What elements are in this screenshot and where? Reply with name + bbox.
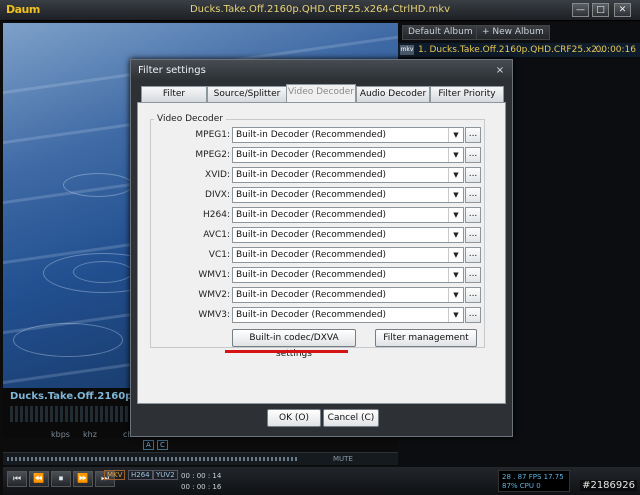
playlist-item[interactable]: mkv 1. Ducks.Take.Off.2160p.QHD.CRF25.x2… <box>398 43 640 57</box>
chevron-down-icon: ▼ <box>448 188 463 202</box>
xvid-more-button[interactable]: ... <box>465 167 481 183</box>
filter-management-button[interactable]: Filter management <box>375 329 477 347</box>
mpeg2-more-button[interactable]: ... <box>465 147 481 163</box>
total-time: 00 : 00 : 16 <box>181 483 222 491</box>
yuv-tag: YUV2 <box>153 470 178 480</box>
divx-label: DIVX: <box>205 190 230 200</box>
chevron-down-icon: ▼ <box>448 288 463 302</box>
close-window-button[interactable]: ✕ <box>614 3 631 17</box>
tab-source-splitter[interactable]: Source/Splitter <box>207 86 287 102</box>
chevron-down-icon: ▼ <box>448 228 463 242</box>
mpeg2-decoder-select[interactable]: Built-in Decoder (Recommended) ▼ <box>232 147 464 163</box>
tab-filter-priority[interactable]: Filter Priority <box>430 86 504 102</box>
kbps-label: kbps <box>51 430 70 439</box>
new-album-tab[interactable]: + New Album <box>476 25 550 40</box>
ok-button[interactable]: OK (O) <box>267 409 321 427</box>
wmv3-label: WMV3: <box>198 310 230 320</box>
tab-panel: Video Decoder MPEG1: Built-in Decoder (R… <box>137 102 506 404</box>
dialog-title: Filter settings <box>138 65 206 76</box>
mkv-tag: MKV <box>104 470 126 480</box>
wmv1-label: WMV1: <box>198 270 230 280</box>
avc1-decoder-select[interactable]: Built-in Decoder (Recommended) ▼ <box>232 227 464 243</box>
avc1-label: AVC1: <box>203 230 230 240</box>
divx-decoder-select[interactable]: Built-in Decoder (Recommended) ▼ <box>232 187 464 203</box>
watermark: #2186926 <box>580 480 637 491</box>
playlist-item-label: 1. Ducks.Take.Off.2160p.QHD.CRF25.x2... <box>418 45 606 55</box>
mute-label[interactable]: MUTE <box>333 455 353 463</box>
mpeg1-more-button[interactable]: ... <box>465 127 481 143</box>
h264-decoder-select[interactable]: Built-in Decoder (Recommended) ▼ <box>232 207 464 223</box>
a-tag[interactable]: A <box>143 440 154 450</box>
xvid-label: XVID: <box>205 170 230 180</box>
rewind-icon[interactable]: ⏪ <box>29 471 49 487</box>
wmv2-label: WMV2: <box>198 290 230 300</box>
close-icon[interactable]: × <box>494 65 506 77</box>
file-icon: mkv <box>400 45 414 55</box>
vc1-decoder-select[interactable]: Built-in Decoder (Recommended) ▼ <box>232 247 464 263</box>
forward-icon[interactable]: ⏩ <box>73 471 93 487</box>
tab-bar: Filter Source/Splitter Video Decoder Aud… <box>137 84 506 102</box>
window-title: Ducks.Take.Off.2160p.QHD.CRF25.x264-Ctrl… <box>189 4 451 15</box>
volume-meter <box>7 457 297 461</box>
wmv3-more-button[interactable]: ... <box>465 307 481 323</box>
h264-label: H264: <box>203 210 230 220</box>
wmv3-decoder-select[interactable]: Built-in Decoder (Recommended) ▼ <box>232 307 464 323</box>
elapsed-time: 00 : 00 : 14 <box>181 472 222 480</box>
playlist-item-duration: 00:00:16 <box>595 45 636 55</box>
default-album-tab[interactable]: Default Album <box>402 25 479 40</box>
seek-bar[interactable]: MUTE <box>3 452 398 465</box>
vc1-label: VC1: <box>208 250 230 260</box>
chevron-down-icon: ▼ <box>448 128 463 142</box>
wmv2-more-button[interactable]: ... <box>465 287 481 303</box>
tab-audio-decoder[interactable]: Audio Decoder <box>356 86 430 102</box>
audio-spectrum <box>10 406 130 422</box>
wmv1-decoder-select[interactable]: Built-in Decoder (Recommended) ▼ <box>232 267 464 283</box>
vc1-more-button[interactable]: ... <box>465 247 481 263</box>
khz-label: khz <box>83 430 97 439</box>
chevron-down-icon: ▼ <box>448 248 463 262</box>
divx-more-button[interactable]: ... <box>465 187 481 203</box>
mpeg1-label: MPEG1: <box>195 130 230 140</box>
chevron-down-icon: ▼ <box>448 168 463 182</box>
highlight-underline <box>225 350 348 353</box>
dialog-title-bar: Filter settings × <box>131 60 512 82</box>
stats-display: 28 . 87 FPS 17.75 87% CPU 0 <box>498 470 570 492</box>
chevron-down-icon: ▼ <box>448 208 463 222</box>
xvid-decoder-select[interactable]: Built-in Decoder (Recommended) ▼ <box>232 167 464 183</box>
avc1-more-button[interactable]: ... <box>465 227 481 243</box>
minimize-button[interactable]: — <box>572 3 589 17</box>
codec-dxva-settings-button[interactable]: Built-in codec/DXVA settings <box>232 329 356 359</box>
wmv1-more-button[interactable]: ... <box>465 267 481 283</box>
h264-more-button[interactable]: ... <box>465 207 481 223</box>
prev-icon[interactable]: ⏮ <box>7 471 27 487</box>
chevron-down-icon: ▼ <box>448 268 463 282</box>
stop-icon[interactable]: ⏹ <box>51 471 71 487</box>
h264-tag: H264 <box>128 470 153 480</box>
chevron-down-icon: ▼ <box>448 148 463 162</box>
maximize-button[interactable]: □ <box>592 3 609 17</box>
c-tag[interactable]: C <box>157 440 168 450</box>
mpeg1-decoder-select[interactable]: Built-in Decoder (Recommended) ▼ <box>232 127 464 143</box>
tab-video-decoder[interactable]: Video Decoder <box>286 84 356 102</box>
title-bar: Daum Ducks.Take.Off.2160p.QHD.CRF25.x264… <box>0 0 640 21</box>
group-label: Video Decoder <box>154 114 226 124</box>
tab-filter[interactable]: Filter <box>141 86 207 102</box>
cancel-button[interactable]: Cancel (C) <box>323 409 379 427</box>
mpeg2-label: MPEG2: <box>195 150 230 160</box>
filter-settings-dialog: Filter settings × Filter Source/Splitter… <box>130 59 513 437</box>
wmv2-decoder-select[interactable]: Built-in Decoder (Recommended) ▼ <box>232 287 464 303</box>
chevron-down-icon: ▼ <box>448 308 463 322</box>
